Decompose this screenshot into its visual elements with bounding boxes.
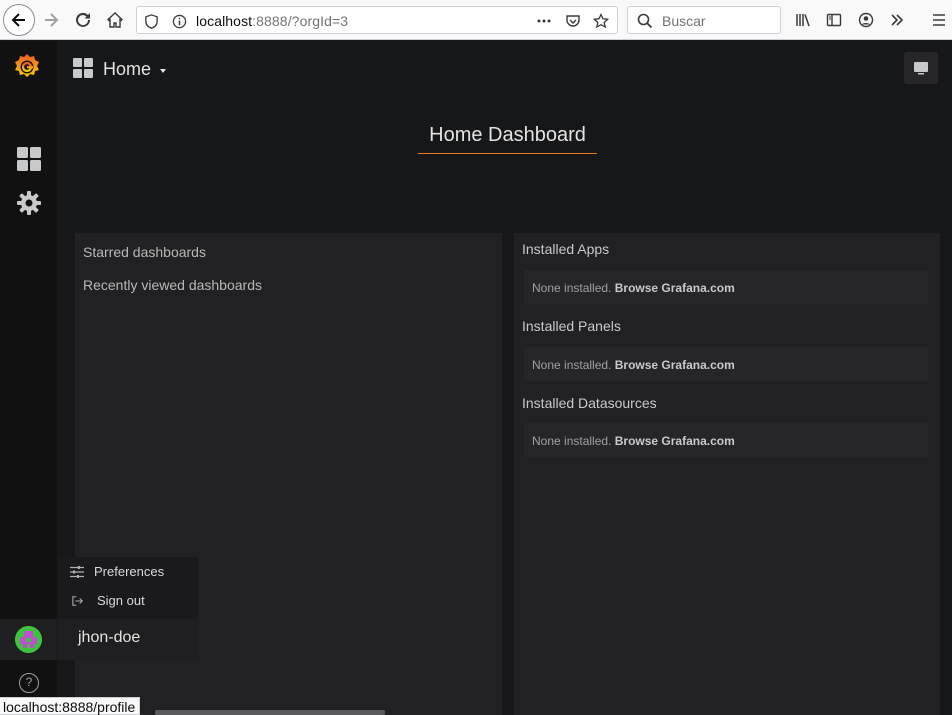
installed-panels-heading: Installed Panels [522, 318, 621, 334]
browse-grafana-link[interactable]: Browse Grafana.com [615, 281, 735, 295]
dashboard-title: Home Dashboard [418, 124, 597, 154]
username: jhon-doe [78, 629, 141, 646]
reload-button[interactable] [68, 5, 98, 35]
caret-down-icon[interactable] [160, 69, 166, 73]
help-icon[interactable]: ? [19, 673, 39, 693]
link-status-tooltip: localhost:8888/profile [0, 697, 141, 715]
gear-icon[interactable] [16, 190, 42, 216]
url-host: localhost [196, 13, 253, 29]
none-installed-text: None installed. [532, 281, 612, 295]
library-icon [796, 14, 810, 27]
none-installed-text: None installed. [532, 434, 612, 448]
sliders-icon [70, 565, 84, 578]
avatar [15, 626, 42, 653]
search-placeholder: Buscar [662, 13, 706, 29]
search-icon [637, 13, 653, 29]
bookmark-star-icon[interactable] [593, 13, 609, 29]
browser-toolbar: localhost:8888/?orgId=3 Buscar [0, 0, 952, 40]
home-button[interactable] [100, 5, 130, 35]
arrow-left-icon [11, 13, 25, 27]
app-menu-button[interactable] [924, 5, 952, 35]
account-icon [858, 12, 874, 28]
profile-username-row[interactable]: jhon-doe [58, 619, 198, 660]
account-button[interactable] [851, 5, 881, 35]
plugin-list-panel: Installed Apps None installed. Browse Gr… [514, 233, 940, 715]
profile-dropdown: Preferences Sign out jhon-doe [58, 557, 198, 660]
browse-grafana-link[interactable]: Browse Grafana.com [615, 358, 735, 372]
recent-dashboards-heading[interactable]: Recently viewed dashboards [83, 277, 262, 293]
side-menu [0, 41, 57, 715]
pocket-icon[interactable] [565, 13, 581, 29]
installed-apps-row: None installed. Browse Grafana.com [523, 269, 929, 305]
url-text[interactable]: localhost:8888/?orgId=3 [196, 13, 348, 29]
shield-icon[interactable] [143, 13, 159, 29]
profile-avatar-button[interactable] [0, 619, 57, 660]
reload-icon [76, 12, 90, 27]
more-actions-icon[interactable] [536, 13, 552, 29]
home-icon [107, 12, 123, 28]
grafana-logo[interactable] [12, 52, 42, 82]
tv-mode-button[interactable] [904, 52, 938, 84]
url-bar[interactable]: localhost:8888/?orgId=3 [136, 6, 618, 34]
browse-grafana-link[interactable]: Browse Grafana.com [615, 434, 735, 448]
search-bar[interactable]: Buscar [627, 6, 781, 34]
arrow-right-icon [45, 13, 59, 27]
preferences-menu-item[interactable]: Preferences [70, 564, 164, 579]
installed-datasources-row: None installed. Browse Grafana.com [523, 422, 929, 458]
preferences-label: Preferences [94, 564, 165, 579]
starred-dashboards-heading[interactable]: Starred dashboards [83, 244, 206, 260]
dashboard-picker-title[interactable]: Home [103, 59, 151, 80]
overflow-menu-button[interactable] [882, 5, 912, 35]
sidebar-icon [826, 13, 842, 27]
dashboard-grid-icon [73, 58, 93, 78]
url-path: :8888/?orgId=3 [252, 13, 349, 29]
library-button[interactable] [788, 5, 818, 35]
hamburger-icon [933, 14, 945, 26]
back-button[interactable] [3, 4, 35, 36]
monitor-icon [914, 62, 928, 75]
sign-out-icon [72, 595, 84, 606]
forward-button[interactable] [36, 5, 66, 35]
sign-out-label: Sign out [97, 593, 145, 608]
sign-out-menu-item[interactable]: Sign out [72, 593, 145, 608]
installed-apps-heading: Installed Apps [522, 241, 610, 257]
chevron-double-right-icon [891, 14, 904, 26]
installed-datasources-heading: Installed Datasources [522, 395, 657, 411]
none-installed-text: None installed. [532, 358, 612, 372]
info-icon[interactable] [171, 13, 187, 29]
horizontal-scrollbar[interactable] [155, 710, 385, 715]
sidebar-toggle-button[interactable] [819, 5, 849, 35]
dashboards-icon[interactable] [16, 146, 42, 172]
installed-panels-row: None installed. Browse Grafana.com [523, 346, 929, 382]
